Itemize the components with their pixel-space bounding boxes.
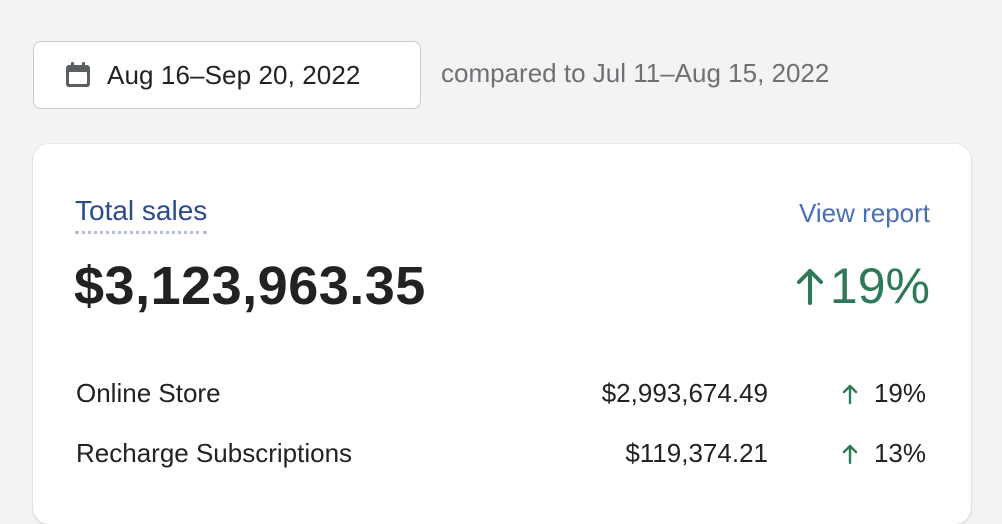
channel-change: 13% [842, 438, 926, 469]
channel-name: Recharge Subscriptions [76, 438, 353, 468]
list-item: Recharge Subscriptions $119,374.21 13% [76, 430, 930, 490]
comparison-range-text: compared to Jul 11–Aug 15, 2022 [441, 58, 830, 88]
total-change-indicator: 19% [796, 256, 930, 316]
channel-name: Online Store [76, 378, 221, 408]
list-item: Online Store $2,993,674.49 19% [76, 370, 930, 430]
date-range-label: Aug 16–Sep 20, 2022 [107, 59, 361, 90]
arrow-up-icon [842, 443, 858, 465]
arrow-up-icon [796, 267, 824, 305]
card-title[interactable]: Total sales [75, 194, 208, 234]
channel-change-value: 13% [873, 438, 926, 468]
total-change-value: 19% [829, 258, 930, 314]
channel-change-value: 19% [873, 378, 926, 408]
total-sales-value: $3,123,963.35 [74, 256, 426, 316]
channel-amount: $2,993,674.49 [601, 378, 768, 408]
channel-amount: $119,374.21 [625, 438, 768, 468]
channel-change: 19% [842, 378, 926, 409]
arrow-up-icon [842, 383, 858, 405]
view-report-link[interactable]: View report [799, 198, 930, 229]
date-range-button[interactable]: Aug 16–Sep 20, 2022 [33, 41, 421, 109]
calendar-icon [63, 60, 93, 90]
sales-channel-list: Online Store $2,993,674.49 19% Recharge … [76, 370, 930, 490]
total-sales-card: Total sales View report $3,123,963.35 19… [33, 144, 971, 524]
